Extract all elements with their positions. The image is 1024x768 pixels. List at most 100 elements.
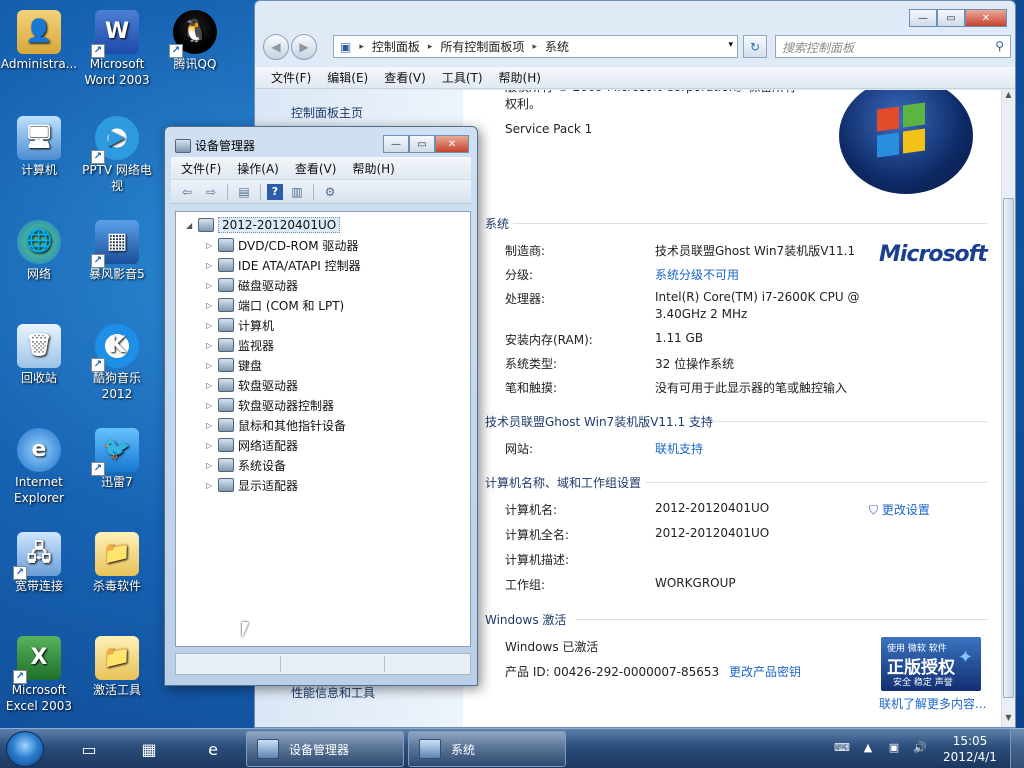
expand-icon[interactable]: ▷ [206,341,218,350]
help-icon[interactable]: ? [267,183,283,200]
control-panel-titlebar[interactable]: — ▭ ✕ [255,1,1015,31]
expand-icon[interactable]: ▷ [206,261,218,270]
tree-item-monitors[interactable]: ▷ 监视器 [206,336,274,354]
forward-button[interactable]: ▶ [291,34,317,60]
performance-info-link[interactable]: 性能信息和工具 [291,684,375,701]
show-hidden-icons[interactable]: ▲ [860,741,876,757]
desktop-icon-qq[interactable]: 🐧 ↗ 腾讯QQ [156,6,234,72]
maximize-button[interactable]: ▭ [937,9,965,27]
desktop-icon-activation-folder[interactable]: 📁 激活工具 [78,632,156,698]
start-button[interactable] [6,731,44,767]
tree-item-mouse[interactable]: ▷ 鼠标和其他指针设备 [206,416,346,434]
breadcrumb-all-items[interactable]: 所有控制面板项 [440,38,524,55]
control-panel-home-link[interactable]: 控制面板主页 [291,104,363,121]
taskbar-pin-windows[interactable]: ▦ [124,733,174,765]
change-product-key-link[interactable]: 更改产品密钥 [729,663,801,680]
menu-action[interactable]: 操作(A) [237,160,279,177]
menu-view[interactable]: 查看(V) [295,160,337,177]
menu-view[interactable]: 查看(V) [384,69,426,86]
expand-icon[interactable]: ▷ [206,421,218,430]
expand-icon[interactable]: ▷ [206,281,218,290]
address-dropdown-icon[interactable]: ▾ [728,40,733,50]
maximize-button[interactable]: ▭ [409,135,435,153]
desktop-icon-baofeng[interactable]: ▦ ↗ 暴风影音5 [78,216,156,282]
desktop-icon-recycle-bin[interactable]: 🗑 回收站 [0,320,78,386]
menu-file[interactable]: 文件(F) [181,160,221,177]
scan-hardware-icon[interactable]: ⚙ [320,183,340,201]
desktop-icon-pptv[interactable]: ▶ ↗ PPTV 网络电视 [78,112,156,194]
desktop-icon-xunlei[interactable]: 🐦 ↗ 迅雷7 [78,424,156,490]
keyboard-icon[interactable]: ⌨ [834,741,850,757]
desktop-icon-excel[interactable]: X ↗ Microsoft Excel 2003 [0,632,78,714]
desktop-icon-antivirus-folder[interactable]: 📁 杀毒软件 [78,528,156,594]
tree-item-floppy[interactable]: ▷ 软盘驱动器 [206,376,298,394]
taskbar-system[interactable]: 系统 [408,731,566,767]
tree-item-ports[interactable]: ▷ 端口 (COM 和 LPT) [206,296,344,314]
scroll-down-icon[interactable]: ▼ [1002,713,1015,727]
expand-icon[interactable]: ▷ [206,361,218,370]
volume-icon[interactable]: 🔊 [912,741,928,757]
menu-edit[interactable]: 编辑(E) [327,69,368,86]
taskbar-pin-ie[interactable]: e [188,733,238,765]
menu-help[interactable]: 帮助(H) [499,69,541,86]
online-support-link[interactable]: 联机支持 [655,440,703,457]
minimize-button[interactable]: — [383,135,409,153]
refresh-button[interactable]: ↻ [743,35,767,58]
show-desktop-button[interactable] [1010,729,1024,768]
tree-item-system-devices[interactable]: ▷ 系统设备 [206,456,286,474]
back-icon[interactable]: ⇦ [177,183,197,201]
tree-item-display[interactable]: ▷ 显示适配器 [206,476,298,494]
address-bar[interactable]: ▣ ▸ 控制面板 ▸ 所有控制面板项 ▸ 系统 ▾ [333,35,738,58]
desktop-icon-network[interactable]: 🌐 网络 [0,216,78,282]
forward-icon[interactable]: ⇨ [201,183,221,201]
menu-help[interactable]: 帮助(H) [352,160,394,177]
minimize-button[interactable]: — [909,9,937,27]
clock[interactable]: 15:05 2012/4/1 [938,733,1002,765]
back-button[interactable]: ◀ [263,34,289,60]
learn-more-link[interactable]: 联机了解更多内容... [879,695,986,712]
taskbar-device-manager[interactable]: 设备管理器 [246,731,404,767]
tree-item-network[interactable]: ▷ 网络适配器 [206,436,298,454]
tree-item-keyboard[interactable]: ▷ 键盘 [206,356,262,374]
breadcrumb-separator[interactable]: ▸ [428,42,433,52]
tree-item-dvd[interactable]: ▷ DVD/CD-ROM 驱动器 [206,236,358,254]
close-button[interactable]: ✕ [435,135,469,153]
desktop-icon-ie[interactable]: e Internet Explorer [0,424,78,506]
tree-item-computer[interactable]: ▷ 计算机 [206,316,274,334]
breadcrumb-system[interactable]: 系统 [545,38,569,55]
expand-icon[interactable]: ▷ [206,241,218,250]
desktop-icon-administrator[interactable]: 👤 Administra... [0,6,78,72]
properties-icon[interactable]: ▤ [234,183,254,201]
genuine-badge[interactable]: 使用 微软 软件 正版授权 安全 稳定 声誉 ✦ [881,637,981,691]
view-icon[interactable]: ▥ [287,183,307,201]
desktop-icon-computer[interactable]: 🖥 计算机 [0,112,78,178]
vertical-scrollbar[interactable]: ▲ ▼ [1001,90,1015,727]
expand-icon[interactable]: ▷ [206,441,218,450]
tree-item-floppy-controller[interactable]: ▷ 软盘驱动器控制器 [206,396,334,414]
expand-icon[interactable]: ▷ [206,481,218,490]
breadcrumb-control-panel[interactable]: 控制面板 [372,38,420,55]
search-input[interactable]: 搜索控制面板 ⚲ [775,35,1011,58]
scroll-thumb[interactable] [1003,198,1014,698]
tree-root-computer[interactable]: ◢ 2012-20120401UO [186,216,341,234]
menu-tools[interactable]: 工具(T) [442,69,483,86]
breadcrumb-separator[interactable]: ▸ [532,42,537,52]
expand-icon[interactable]: ▷ [206,381,218,390]
expand-icon[interactable]: ▷ [206,321,218,330]
scroll-up-icon[interactable]: ▲ [1002,90,1015,104]
desktop-icon-word[interactable]: W ↗ Microsoft Word 2003 [78,6,156,88]
desktop-icon-kugou[interactable]: K ↗ 酷狗音乐 2012 [78,320,156,402]
collapse-icon[interactable]: ◢ [186,221,198,230]
close-button[interactable]: ✕ [965,9,1007,27]
search-icon[interactable]: ⚲ [995,39,1004,53]
expand-icon[interactable]: ▷ [206,461,218,470]
desktop-icon-broadband[interactable]: 🖧 ↗ 宽带连接 [0,528,78,594]
expand-icon[interactable]: ▷ [206,301,218,310]
rating-link[interactable]: 系统分级不可用 [655,266,739,283]
menu-file[interactable]: 文件(F) [271,69,311,86]
expand-icon[interactable]: ▷ [206,401,218,410]
tree-item-disk[interactable]: ▷ 磁盘驱动器 [206,276,298,294]
taskbar-pin-desktop[interactable]: ▭ [64,733,114,765]
device-manager-titlebar[interactable]: 设备管理器 [175,137,255,154]
network-icon[interactable]: ▣ [886,741,902,757]
